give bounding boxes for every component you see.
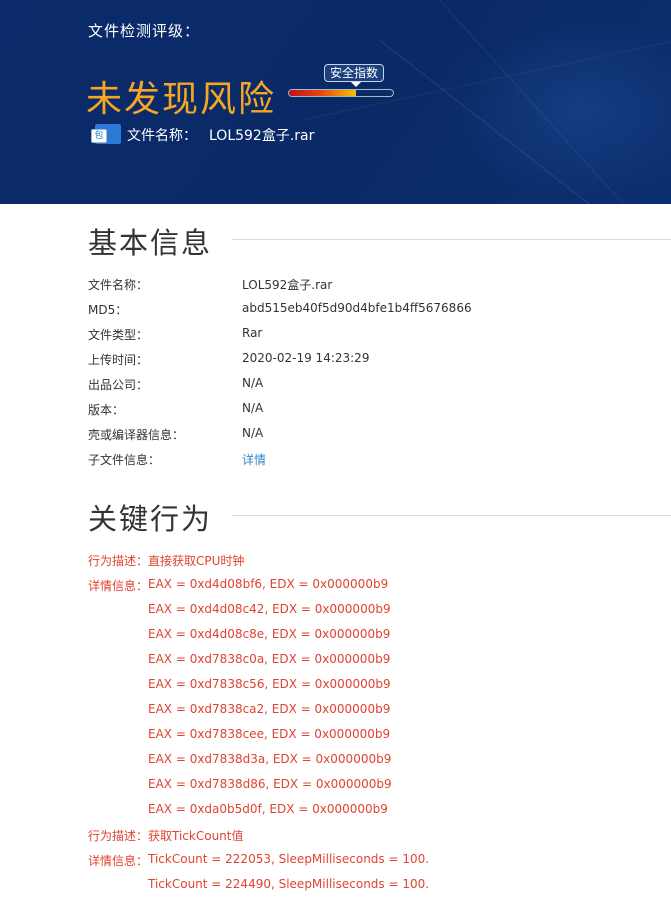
info-value: LOL592盒子.rar bbox=[242, 278, 333, 292]
behavior-desc-value: 获取TickCount值 bbox=[148, 829, 244, 843]
behavior-desc-label: 行为描述： bbox=[88, 554, 149, 568]
behavior-detail-line: EAX = 0xd7838d86, EDX = 0x000000b9 bbox=[148, 777, 392, 791]
behavior-detail-line: TickCount = 224490, SleepMilliseconds = … bbox=[148, 877, 430, 891]
safety-index-bar bbox=[288, 89, 394, 97]
banner-file-row: 包 文件名称： LOL592盒子.rar bbox=[91, 123, 314, 147]
scan-rating-title: 文件检测评级： bbox=[88, 22, 201, 40]
section-divider bbox=[232, 239, 671, 240]
risk-level-text: 未发现风险 bbox=[86, 79, 277, 120]
info-value: Rar bbox=[242, 326, 263, 340]
info-key: 版本： bbox=[88, 403, 125, 417]
behavior-detail-line: EAX = 0xd7838cee, EDX = 0x000000b9 bbox=[148, 727, 391, 741]
info-key: MD5： bbox=[88, 303, 128, 317]
behavior-detail-line: EAX = 0xd4d08bf6, EDX = 0x000000b9 bbox=[148, 577, 389, 591]
info-key: 壳或编译器信息： bbox=[88, 428, 185, 442]
safety-index-tag: 安全指数 bbox=[324, 64, 385, 87]
section-title: 关键行为 bbox=[88, 502, 213, 536]
subfile-details-link[interactable]: 详情 bbox=[242, 451, 266, 468]
info-key: 文件名称： bbox=[88, 278, 149, 292]
archive-package-icon: 包 bbox=[91, 124, 121, 146]
info-value: abd515eb40f5d90d4bfe1b4ff5676866 bbox=[242, 301, 472, 315]
behavior-detail-line: EAX = 0xd7838c56, EDX = 0x000000b9 bbox=[148, 677, 391, 691]
section-title: 基本信息 bbox=[88, 226, 213, 260]
banner-file-label: 文件名称： bbox=[127, 128, 197, 144]
behavior-detail-line: EAX = 0xd4d08c8e, EDX = 0x000000b9 bbox=[148, 627, 391, 641]
key-behavior-heading: 关键行为 bbox=[88, 496, 212, 538]
behavior-detail-line: TickCount = 222053, SleepMilliseconds = … bbox=[148, 852, 430, 866]
behavior-desc-value: 直接获取CPU时钟 bbox=[148, 554, 245, 568]
behavior-desc-label: 行为描述： bbox=[88, 829, 149, 843]
info-value: N/A bbox=[242, 376, 264, 390]
behavior-detail-line: EAX = 0xd7838ca2, EDX = 0x000000b9 bbox=[148, 702, 391, 716]
info-key: 子文件信息： bbox=[88, 453, 161, 467]
info-key: 上传时间： bbox=[88, 353, 149, 367]
info-key: 文件类型： bbox=[88, 328, 149, 342]
info-value: N/A bbox=[242, 401, 264, 415]
result-banner: 文件检测评级： 未发现风险 安全指数 包 文件名称： LOL592盒子.rar bbox=[0, 0, 671, 204]
behavior-detail-label: 详情信息： bbox=[88, 579, 149, 593]
info-value: 2020-02-19 14:23:29 bbox=[242, 351, 370, 365]
section-divider bbox=[232, 515, 671, 516]
behavior-detail-label: 详情信息： bbox=[88, 854, 149, 868]
info-value: N/A bbox=[242, 426, 264, 440]
info-key: 出品公司： bbox=[88, 378, 149, 392]
banner-file-name: LOL592盒子.rar bbox=[209, 128, 315, 144]
behavior-detail-line: EAX = 0xda0b5d0f, EDX = 0x000000b9 bbox=[148, 802, 388, 816]
safety-index-fill bbox=[289, 90, 356, 96]
behavior-detail-line: EAX = 0xd4d08c42, EDX = 0x000000b9 bbox=[148, 602, 391, 616]
basic-info-heading: 基本信息 bbox=[88, 220, 212, 262]
behavior-detail-line: EAX = 0xd7838c0a, EDX = 0x000000b9 bbox=[148, 652, 391, 666]
behavior-detail-line: EAX = 0xd7838d3a, EDX = 0x000000b9 bbox=[148, 752, 392, 766]
